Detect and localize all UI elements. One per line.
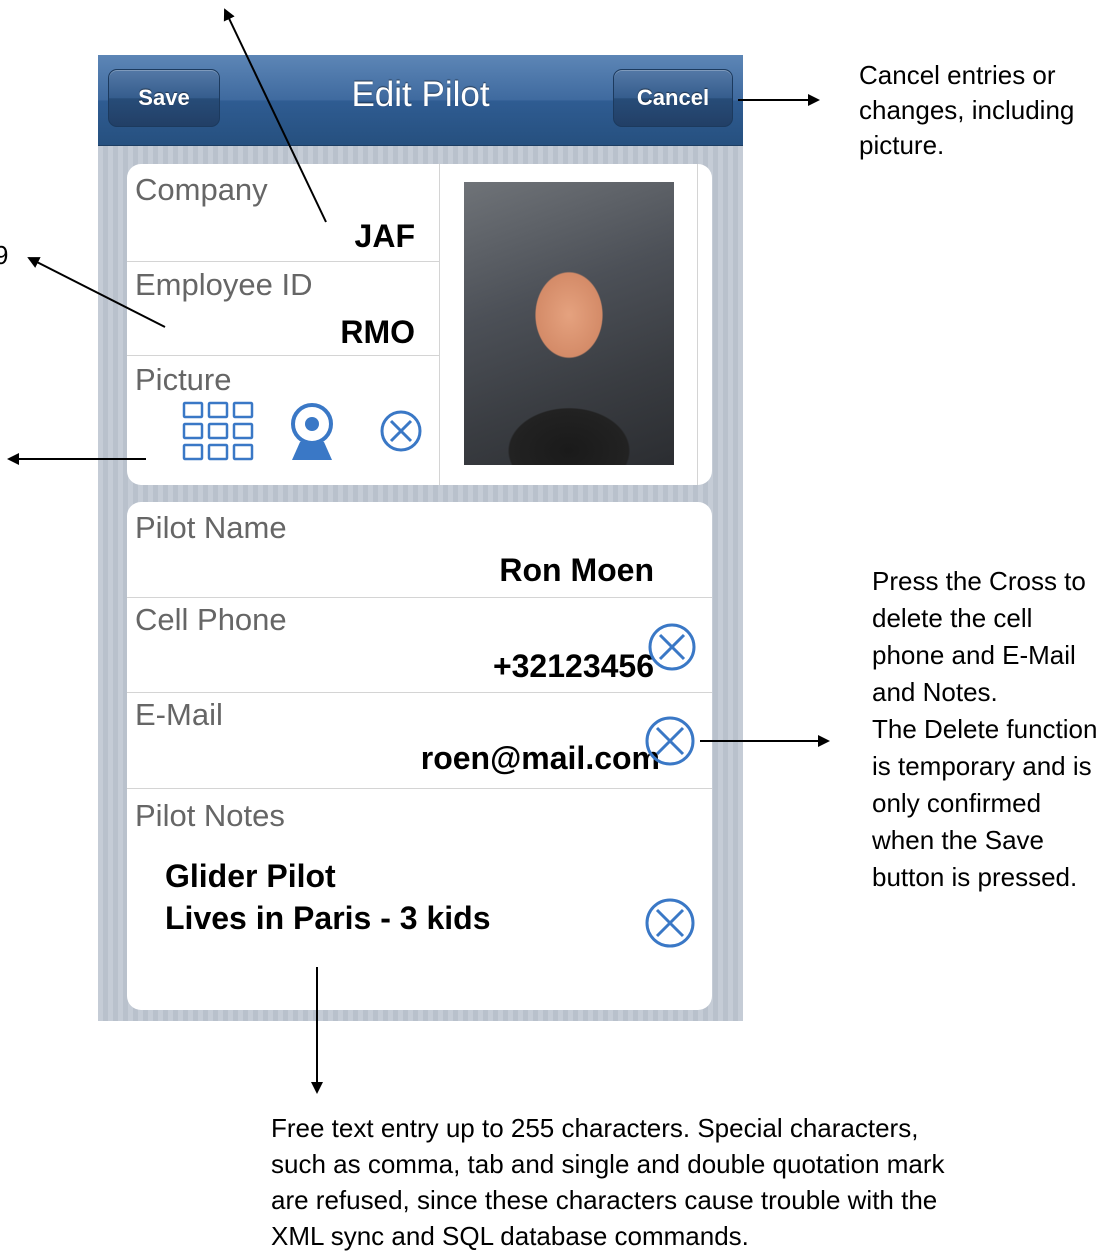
annotation-line: such as comma, tab and single and double… — [271, 1149, 945, 1179]
annotation-line: is temporary and is — [872, 751, 1092, 781]
annotation-line: are refused, since these characters caus… — [271, 1185, 938, 1215]
annotation-line: Free text entry up to 255 characters. Sp… — [271, 1113, 919, 1143]
annotation-line: only confirmed — [872, 788, 1042, 818]
annotation-notes: Free text entry up to 255 characters. Sp… — [271, 1110, 945, 1254]
annotation-line: changes, including — [859, 95, 1075, 125]
annotation-cancel: Cancel entries or changes, including pic… — [859, 58, 1074, 163]
annotation-line: The Delete function — [872, 714, 1098, 744]
annotation-line: picture. — [859, 130, 945, 160]
arrow-company — [223, 8, 327, 223]
annotation-line: and Notes. — [872, 677, 998, 707]
annotation-partial: 9 — [0, 240, 9, 270]
annotation-line: when the Save — [872, 825, 1045, 855]
annotation-delete: Press the Cross to delete the cell phone… — [872, 563, 1097, 896]
annotation-line: XML sync and SQL database commands. — [271, 1221, 749, 1251]
annotation-line: button is pressed. — [872, 862, 1078, 892]
annotation-line: Cancel entries or — [859, 60, 1056, 90]
arrow-employee-id — [27, 257, 166, 328]
annotation-line: phone and E-Mail — [872, 640, 1076, 670]
annotation-line: delete the cell — [872, 603, 1033, 633]
annotation-line: Press the Cross to — [872, 566, 1086, 596]
